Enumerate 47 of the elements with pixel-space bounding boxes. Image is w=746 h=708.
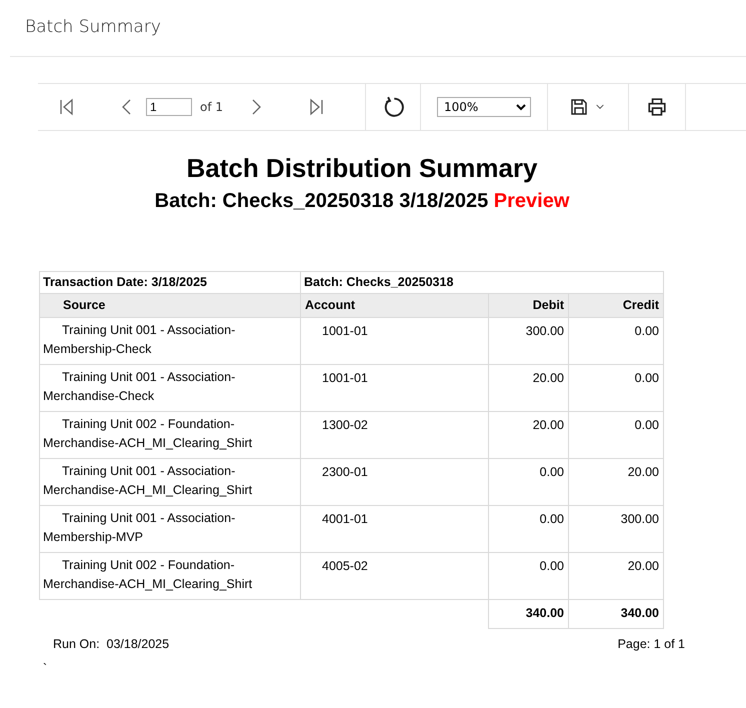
refresh-button[interactable] [382,96,404,118]
table-group-header: Batch: Checks_20250318 [300,272,664,294]
table-cell: 0.00 [568,318,664,364]
total-cell: 340.00 [488,600,568,628]
table-cell: 300.00 [568,506,664,552]
total-cell: 340.00 [568,600,664,628]
page-number-field[interactable]: 1 [146,98,192,116]
table-cell: 0.00 [488,506,568,552]
table-cell: Training Unit 001 - Association-Merchandise-ACH_MI_Clearing_Shirt [40,458,300,506]
table-cell: 20.00 [488,412,568,458]
page-count: of 1 [200,100,224,114]
table-cell: 0.00 [488,458,568,506]
table-cell: 20.00 [568,458,664,506]
printer-icon [647,97,667,117]
page-indicator: Page: 1 of 1 [618,637,685,651]
run-on-date: Run On: 03/18/2025 [53,637,170,651]
dropdown-caret-icon [516,103,526,111]
zoom-select[interactable]: 100% [437,97,531,117]
stray-mark: ` [43,661,48,675]
table-cell: 2300-01 [300,458,488,506]
table-cell: 0.00 [488,552,568,600]
table-cell: Training Unit 001 - Association-Membership-MVP [40,506,300,552]
table-cell: 20.00 [488,364,568,412]
report-title: Batch Distribution Summary [185,153,539,184]
table-cell: 4001-01 [300,506,488,552]
table-cell: Training Unit 002 - Foundation-Merchandise-ACH_MI_Clearing_Shirt [40,412,300,458]
table-cell: Training Unit 002 - Foundation-Merchandise-ACH_MI_Clearing_Shirt [40,552,300,600]
print-button[interactable] [647,97,667,117]
table-cell: Training Unit 001 - Association-Merchandise-Check [40,364,300,412]
table-cell: 1001-01 [300,318,488,364]
report-subtitle: Batch: Checks_20250318 3/18/2025 Preview [154,190,570,213]
table-cell: 4005-02 [300,552,488,600]
table-cell: 300.00 [488,318,568,364]
refresh-icon [382,96,404,118]
save-button[interactable] [570,98,606,116]
column-header: Credit [568,294,664,318]
table-cell: 20.00 [568,552,664,600]
table-cell: 0.00 [568,412,664,458]
column-header: Account [300,294,488,318]
table-cell: 1300-02 [300,412,488,458]
page-title: Batch Summary [25,17,161,37]
table-cell: 0.00 [568,364,664,412]
column-header: Debit [488,294,568,318]
column-header: Source [40,294,300,318]
table-cell: Training Unit 001 - Association-Membership-Check [40,318,300,364]
table-cell: 1001-01 [300,364,488,412]
table-group-header: Transaction Date: 3/18/2025 [40,272,300,294]
